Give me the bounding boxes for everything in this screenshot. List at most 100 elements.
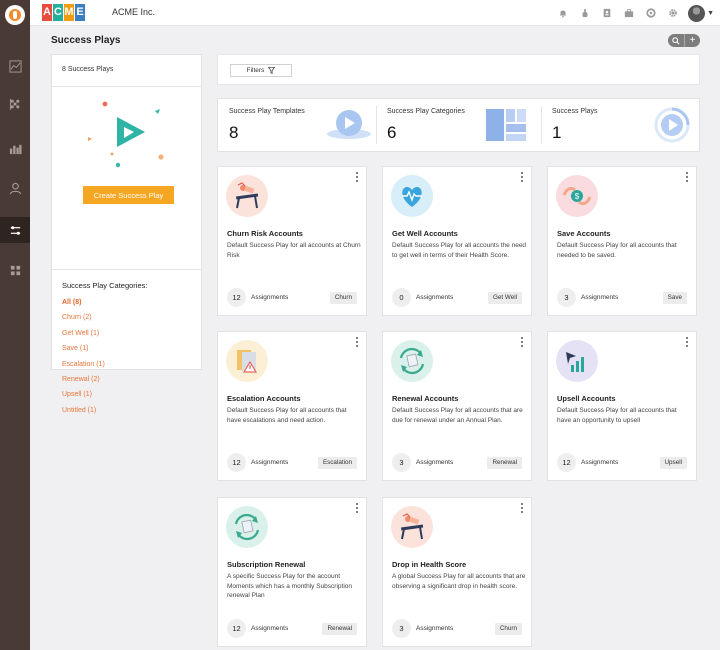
brand-letter: C — [53, 4, 63, 21]
category-save[interactable]: Save (1) — [62, 341, 105, 356]
stat-label: Success Play Categories — [387, 108, 465, 115]
success-play-card[interactable]: Get Well Accounts Default Success Play fo… — [382, 166, 532, 316]
churn-risk-icon — [225, 174, 269, 218]
assignment-count: 3 — [392, 619, 411, 638]
divider — [541, 106, 542, 144]
category-tag: Save — [662, 292, 687, 304]
category-tag: Upsell — [659, 457, 687, 469]
success-play-card[interactable]: Escalation Accounts Default Success Play … — [217, 331, 367, 481]
contact-card-icon[interactable] — [598, 4, 616, 22]
create-success-play-button[interactable]: Create Success Play — [83, 186, 174, 204]
more-options-icon[interactable] — [354, 503, 360, 513]
divider — [52, 86, 201, 87]
category-all[interactable]: All (8) — [62, 295, 105, 310]
more-options-icon[interactable] — [684, 172, 690, 182]
header-actions: + — [668, 34, 700, 47]
top-bar: ACME ACME Inc. ▼ — [30, 0, 720, 26]
success-play-card[interactable]: Save Accounts Default Success Play for al… — [547, 166, 697, 316]
category-churn[interactable]: Churn (2) — [62, 310, 105, 325]
bar-chart-nav-icon[interactable] — [0, 135, 30, 161]
success-play-card[interactable]: Churn Risk Accounts Default Success Play … — [217, 166, 367, 316]
more-options-icon[interactable] — [354, 337, 360, 347]
categories-list: All (8) Churn (2) Get Well (1) Save (1) … — [62, 295, 105, 418]
success-play-card[interactable]: Subscription Renewal A specific Success P… — [217, 497, 367, 647]
assignments-label: Assignments — [581, 294, 619, 301]
avatar-chevron-down-icon[interactable]: ▼ — [707, 10, 714, 17]
more-options-icon[interactable] — [519, 337, 525, 347]
stat-label: Success Plays — [552, 108, 598, 115]
assignments-label: Assignments — [581, 459, 619, 466]
user-avatar[interactable] — [688, 4, 706, 22]
card-title: Escalation Accounts — [227, 394, 301, 403]
card-description: Default Success Play for all accounts th… — [557, 242, 677, 259]
assignments-label: Assignments — [416, 625, 454, 632]
divider — [376, 106, 377, 144]
category-get-well[interactable]: Get Well (1) — [62, 326, 105, 341]
category-tag: Escalation — [317, 457, 357, 469]
user-nav-icon[interactable] — [0, 175, 30, 201]
stat-templates: Success Play Templates 8 — [229, 99, 379, 151]
assignment-count: 12 — [227, 453, 246, 472]
card-description: Default Success Play for all accounts th… — [227, 407, 347, 424]
card-title: Subscription Renewal — [227, 560, 306, 569]
success-plays-nav-icon[interactable] — [0, 217, 30, 243]
assignments-label: Assignments — [251, 459, 289, 466]
brand-letter: E — [75, 4, 85, 21]
checkered-flag-nav-icon[interactable] — [0, 91, 30, 117]
filters-button[interactable]: Filters — [230, 64, 292, 77]
category-tag: Churn — [494, 623, 522, 635]
heartbeat-icon — [390, 174, 434, 218]
success-play-card[interactable]: Drop in Health Score A global Success Pla… — [382, 497, 532, 647]
gear-icon[interactable] — [664, 4, 682, 22]
brand-letter: A — [42, 4, 52, 21]
card-description: A specific Success Play for the account … — [227, 573, 353, 599]
dashboard-nav-icon[interactable] — [0, 53, 30, 79]
card-description: Default Success Play for all accounts th… — [392, 242, 527, 259]
money-hands-icon — [554, 173, 600, 219]
card-title: Churn Risk Accounts — [227, 229, 303, 238]
stat-value: 8 — [229, 123, 239, 142]
category-tag: Renewal — [322, 623, 357, 635]
brand-logo: ACME — [42, 4, 86, 21]
assignments-label: Assignments — [416, 459, 454, 466]
success-play-card[interactable]: Renewal Accounts Default Success Play for… — [382, 331, 532, 481]
success-plays-count: 8 Success Plays — [62, 66, 114, 73]
search-icon[interactable] — [668, 34, 684, 47]
stat-value: 1 — [552, 123, 562, 142]
category-escalation[interactable]: Escalation (1) — [62, 357, 105, 372]
category-untitled[interactable]: Untitled (1) — [62, 403, 105, 418]
lifebuoy-icon[interactable] — [642, 4, 660, 22]
add-button[interactable]: + — [684, 34, 700, 47]
success-play-card[interactable]: Upsell Accounts Default Success Play for … — [547, 331, 697, 481]
page-title: Success Plays — [51, 35, 121, 46]
renewal-icon — [389, 338, 435, 384]
assignment-count: 3 — [392, 453, 411, 472]
bell-icon[interactable] — [554, 4, 572, 22]
more-options-icon[interactable] — [519, 172, 525, 182]
app-logo-icon[interactable] — [5, 5, 25, 25]
brand-letter: M — [64, 4, 74, 21]
stat-plays: Success Plays 1 — [552, 99, 697, 151]
apps-grid-nav-icon[interactable] — [0, 257, 30, 283]
card-description: Default Success Play for all accounts th… — [392, 407, 523, 424]
category-renewal[interactable]: Renewal (2) — [62, 372, 105, 387]
more-options-icon[interactable] — [684, 337, 690, 347]
category-upsell[interactable]: Upsell (1) — [62, 387, 105, 402]
hand-pointer-icon[interactable] — [576, 4, 594, 22]
card-description: A global Success Play for all accounts t… — [392, 573, 526, 590]
assignment-count: 12 — [557, 453, 576, 472]
stat-label: Success Play Templates — [229, 108, 305, 115]
card-description: Default Success Play for all accounts th… — [557, 407, 677, 424]
more-options-icon[interactable] — [519, 503, 525, 513]
stats-summary: Success Play Templates 8 Success Play Ca… — [217, 98, 700, 152]
stat-value: 6 — [387, 123, 397, 142]
categories-title: Success Play Categories: — [62, 281, 148, 290]
assignment-count: 0 — [392, 288, 411, 307]
more-options-icon[interactable] — [354, 172, 360, 182]
briefcase-icon[interactable] — [620, 4, 638, 22]
assignments-label: Assignments — [251, 294, 289, 301]
left-nav-rail — [0, 0, 30, 650]
success-plays-panel: 8 Success Plays Create Success Play Succ… — [51, 54, 202, 414]
filters-label: Filters — [246, 67, 265, 74]
play-circle-icon — [654, 107, 690, 143]
